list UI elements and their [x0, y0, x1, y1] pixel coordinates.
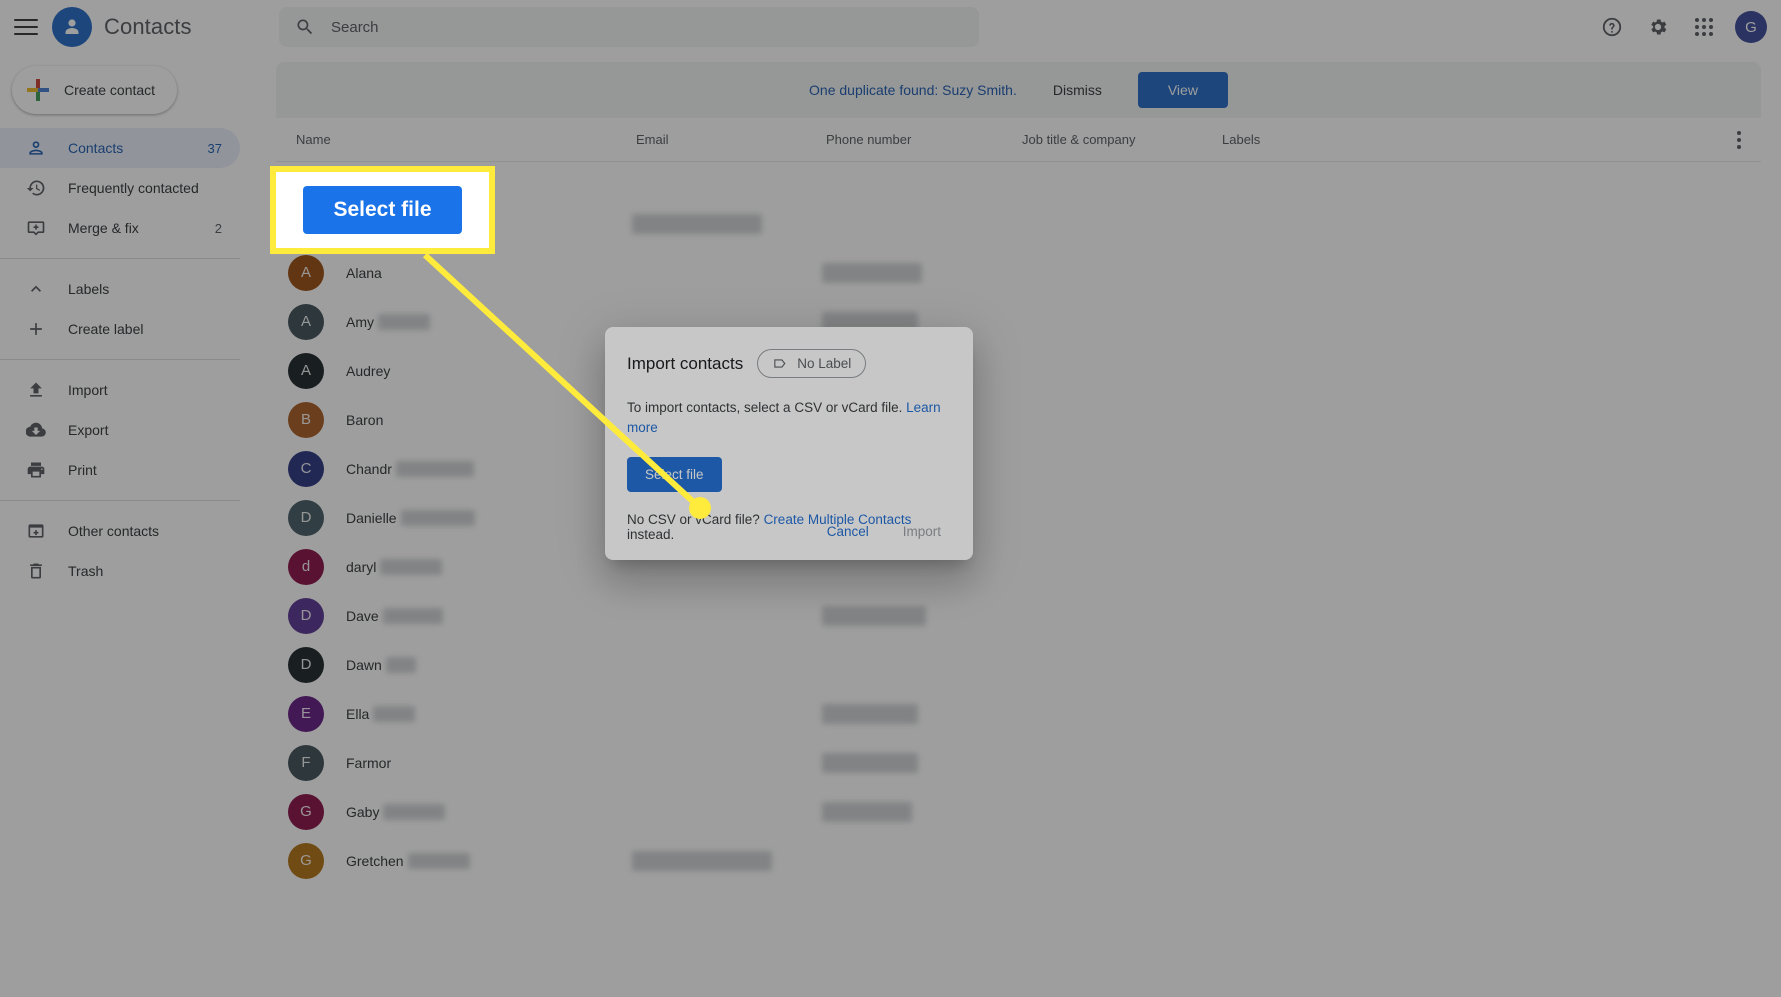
label-outline-icon — [774, 359, 786, 368]
dialog-actions: Cancel Import — [813, 515, 955, 548]
select-file-button[interactable]: Select file — [627, 457, 722, 493]
no-label-chip[interactable]: No Label — [757, 349, 867, 378]
cancel-button[interactable]: Cancel — [813, 515, 883, 548]
import-contacts-dialog: Import contacts No Label To import conta… — [605, 327, 973, 560]
import-button: Import — [889, 515, 955, 548]
dialog-description-text: To import contacts, select a CSV or vCar… — [627, 400, 903, 415]
note-suffix: instead. — [627, 527, 675, 543]
annotation-select-file-button[interactable]: Select file — [303, 186, 462, 234]
contacts-app-window: Contacts G — [0, 0, 1781, 997]
note-prefix: No CSV or vCard file? — [627, 512, 764, 528]
dialog-description: To import contacts, select a CSV or vCar… — [627, 398, 949, 437]
no-label-chip-text: No Label — [797, 356, 852, 371]
annotation-callout: Select file — [270, 166, 495, 254]
dialog-header: Import contacts No Label — [627, 349, 949, 378]
dialog-title: Import contacts — [627, 353, 744, 373]
